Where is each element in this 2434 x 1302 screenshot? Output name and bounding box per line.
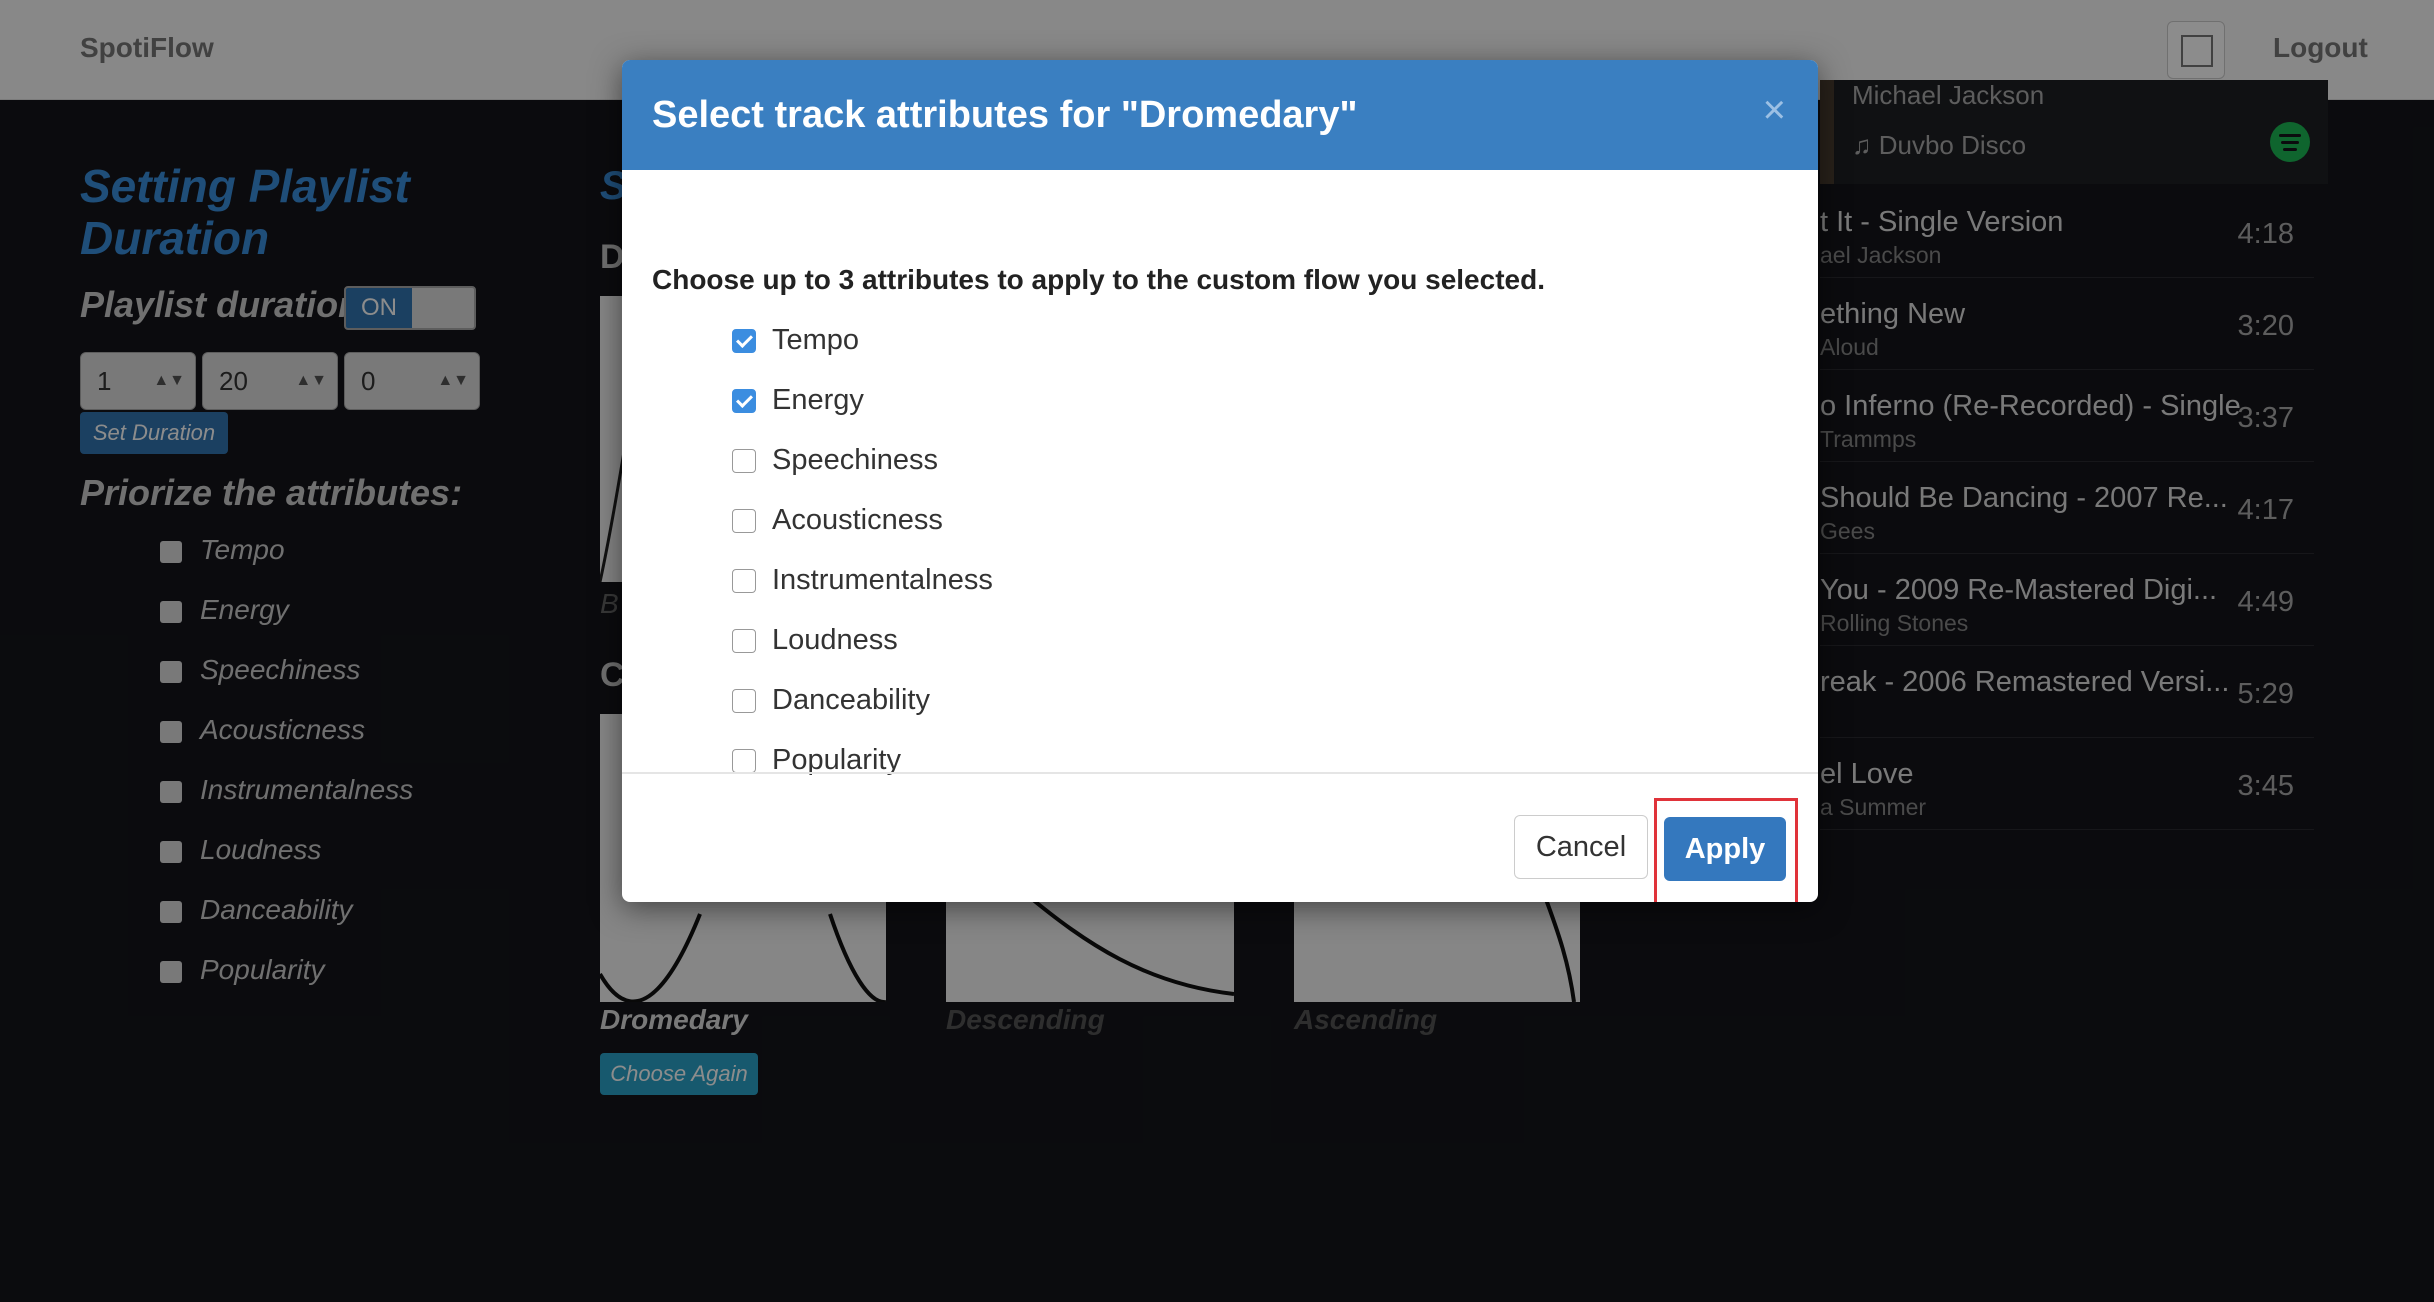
checkbox[interactable]: [732, 629, 756, 654]
modal-description: Choose up to 3 attributes to apply to th…: [652, 264, 1545, 295]
modal-body: Choose up to 3 attributes to apply to th…: [622, 170, 1818, 832]
checkbox[interactable]: [732, 449, 756, 474]
close-icon[interactable]: ×: [1763, 90, 1786, 130]
attribute-speechiness[interactable]: Speechiness: [732, 444, 938, 477]
checkbox-checked[interactable]: [732, 389, 756, 414]
attribute-label: Acousticness: [772, 504, 943, 536]
attribute-label: Danceability: [772, 684, 930, 716]
checkbox[interactable]: [732, 749, 756, 774]
apply-button[interactable]: Apply: [1664, 817, 1786, 881]
modal-header: Select track attributes for "Dromedary" …: [622, 60, 1818, 170]
attribute-label: Instrumentalness: [772, 564, 993, 596]
checkbox-checked[interactable]: [732, 329, 756, 354]
modal-title: Select track attributes for "Dromedary": [652, 94, 1358, 136]
checkbox[interactable]: [732, 689, 756, 714]
attributes-modal: Select track attributes for "Dromedary" …: [622, 60, 1818, 902]
checkbox[interactable]: [732, 509, 756, 534]
attribute-label: Energy: [772, 384, 864, 416]
attribute-loudness[interactable]: Loudness: [732, 624, 898, 657]
checkbox[interactable]: [732, 569, 756, 594]
attribute-energy[interactable]: Energy: [732, 384, 864, 417]
attribute-acousticness[interactable]: Acousticness: [732, 504, 943, 537]
cancel-button[interactable]: Cancel: [1514, 815, 1648, 879]
app-page: SpotiFlow Logout Setting Playlist Durati…: [0, 0, 2434, 1302]
attribute-label: Loudness: [772, 624, 898, 656]
attribute-label: Tempo: [772, 324, 860, 356]
attribute-instrumentalness[interactable]: Instrumentalness: [732, 564, 993, 597]
attribute-label: Speechiness: [772, 444, 939, 476]
attribute-tempo[interactable]: Tempo: [732, 324, 859, 357]
attribute-danceability[interactable]: Danceability: [732, 684, 930, 717]
modal-footer: Cancel Apply: [622, 772, 1818, 902]
